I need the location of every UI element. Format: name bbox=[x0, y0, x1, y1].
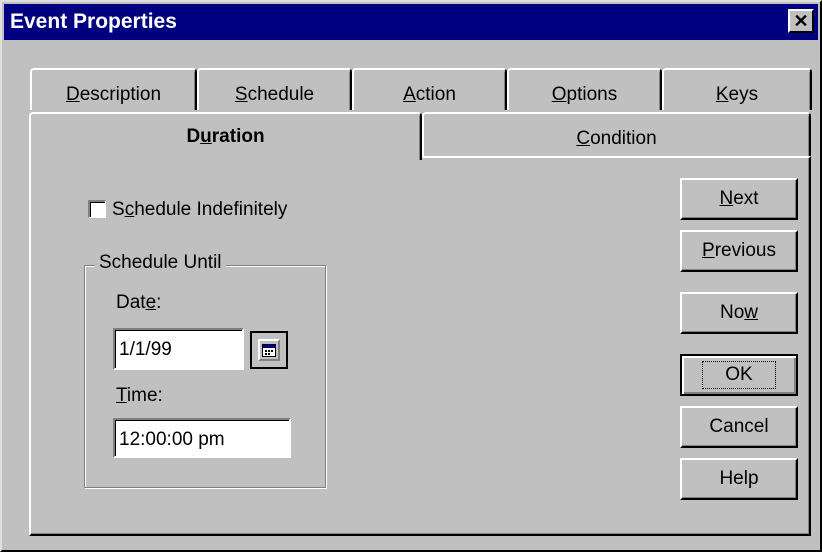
tab-keys[interactable]: Keys bbox=[662, 68, 812, 110]
tab-schedule[interactable]: Schedule bbox=[197, 68, 352, 110]
time-field[interactable]: 12:00:00 pm bbox=[113, 418, 291, 458]
schedule-until-legend: Schedule Until bbox=[95, 252, 226, 274]
date-label: Date: bbox=[116, 292, 162, 313]
next-button[interactable]: Next bbox=[680, 178, 798, 220]
cancel-button[interactable]: Cancel bbox=[680, 406, 798, 448]
time-label: Time: bbox=[116, 385, 163, 406]
event-properties-dialog: Event Properties ✕ Description Schedule … bbox=[0, 0, 822, 552]
calendar-button[interactable] bbox=[250, 331, 288, 369]
title-bar[interactable]: Event Properties ✕ bbox=[4, 4, 818, 40]
tab-description[interactable]: Description bbox=[30, 68, 197, 110]
ok-button[interactable]: OK bbox=[680, 354, 798, 396]
window-title: Event Properties bbox=[10, 10, 177, 33]
tab-options[interactable]: Options bbox=[507, 68, 662, 110]
help-button[interactable]: Help bbox=[680, 458, 798, 500]
tab-action[interactable]: Action bbox=[352, 68, 507, 110]
close-icon: ✕ bbox=[793, 11, 809, 31]
now-button[interactable]: No w bbox=[680, 292, 798, 334]
schedule-indefinitely-checkbox[interactable] bbox=[88, 200, 106, 218]
calendar-icon bbox=[258, 339, 280, 361]
tab-duration[interactable]: Duration bbox=[29, 112, 422, 160]
previous-button[interactable]: Previous bbox=[680, 230, 798, 272]
schedule-indefinitely-label[interactable]: Schedule Indefinitely bbox=[112, 199, 287, 221]
close-button[interactable]: ✕ bbox=[788, 9, 814, 33]
date-field[interactable]: 1/1/99 bbox=[113, 328, 244, 370]
tab-condition[interactable]: Condition bbox=[422, 112, 811, 158]
